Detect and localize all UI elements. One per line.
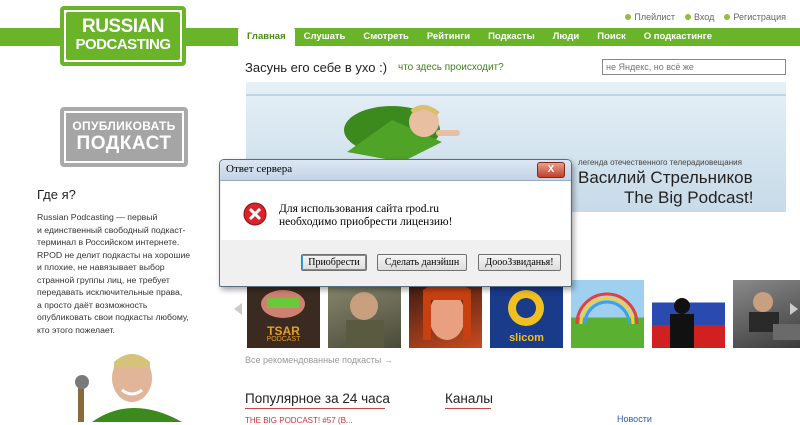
all-recommended-link[interactable]: Все рекомендованные подкасты → — [245, 355, 393, 365]
slicom-label: slicom — [509, 332, 544, 344]
podcast-thumb-flag[interactable] — [652, 280, 725, 348]
login-icon — [685, 14, 691, 20]
tab-search[interactable]: Поиск — [588, 28, 635, 46]
goodbye-button[interactable]: ДоооЗзвиданья! — [478, 254, 561, 271]
soldier-image — [346, 292, 384, 348]
podcast-thumb-girl[interactable] — [409, 280, 482, 348]
scroll-left-arrow[interactable] — [234, 303, 242, 315]
about-link[interactable]: что здесь происходит? — [398, 62, 504, 73]
dialog-title: Ответ сервера — [226, 163, 293, 175]
donate-button[interactable]: Сделать данэйшн — [377, 254, 467, 271]
logo-line1: RUSSIAN — [81, 16, 165, 37]
tab-watch[interactable]: Смотреть — [354, 28, 417, 46]
popular-heading: Популярное за 24 часа — [245, 391, 390, 406]
podcast-thumb-soldier[interactable] — [328, 280, 401, 348]
tab-people[interactable]: Люди — [544, 28, 589, 46]
channels-underline — [445, 408, 491, 409]
recommended-podcasts: TSAR PODCAST slicom — [247, 280, 800, 348]
close-button[interactable]: X — [537, 162, 565, 178]
where-heading: Где я? — [37, 187, 76, 202]
scroll-right-arrow[interactable] — [790, 303, 798, 315]
podcast-thumb-slicom[interactable]: slicom — [490, 280, 563, 348]
logo-line2: PODCASTING — [75, 36, 171, 53]
publish-podcast-button[interactable]: ОПУБЛИКОВАТЬ ПОДКАСТ — [60, 107, 188, 167]
dialog-message: Для использования сайта rpod.ru необходи… — [279, 203, 453, 228]
tab-listen[interactable]: Слушать — [295, 28, 355, 46]
dialog-titlebar[interactable]: Ответ сервера X — [220, 160, 571, 181]
site-logo[interactable]: RUSSIAN PODCASTING — [60, 6, 186, 66]
banner-caption: легенда отечественного телерадиовещания — [578, 158, 742, 167]
banner-stripe — [246, 94, 786, 96]
publish-line2: ПОДКАСТ — [76, 133, 172, 154]
tab-ratings[interactable]: Рейтинги — [418, 28, 479, 46]
playlist-icon — [625, 14, 632, 20]
where-text: Russian Podcasting — первый и единственн… — [37, 212, 191, 335]
top-links: Плейлист Вход Регистрация — [625, 12, 786, 22]
tab-home[interactable]: Главная — [238, 28, 295, 46]
buy-button[interactable]: Приобрести — [301, 254, 367, 271]
silhouette-image — [670, 298, 694, 348]
playlist-link[interactable]: Плейлист — [625, 12, 675, 22]
banner-name: Василий Стрельников — [578, 168, 753, 187]
banner-subtitle: The Big Podcast! — [624, 188, 754, 207]
tab-about[interactable]: О подкастинге — [635, 28, 721, 46]
rainbow-image — [575, 292, 639, 325]
tab-podcasts[interactable]: Подкасты — [479, 28, 544, 46]
news-link[interactable]: Новости — [617, 414, 652, 424]
server-response-dialog: Ответ сервера X Для использования сайта … — [219, 159, 572, 287]
tsar-sublabel: PODCAST — [266, 336, 301, 343]
main-nav: Главная Слушать Смотреть Рейтинги Подкас… — [238, 28, 721, 46]
register-link[interactable]: Регистрация — [724, 12, 786, 22]
host-avatar — [72, 350, 192, 422]
channels-heading: Каналы — [445, 391, 493, 406]
girl-image — [423, 282, 471, 340]
dialog-body: Для использования сайта rpod.ru необходи… — [221, 181, 570, 240]
publish-line1: ОПУБЛИКОВАТЬ — [72, 119, 176, 133]
register-icon — [724, 14, 731, 20]
slogan: Засунь его себе в ухо :) — [245, 60, 388, 75]
login-link[interactable]: Вход — [685, 12, 714, 22]
popular-item[interactable]: THE BIG PODCAST! #57 (B... — [245, 416, 353, 425]
search-input[interactable] — [602, 59, 786, 75]
popular-underline — [245, 408, 385, 409]
podcast-thumb-rainbow[interactable] — [571, 280, 644, 348]
error-icon — [243, 202, 267, 226]
podcast-thumb-tsar[interactable]: TSAR PODCAST — [247, 280, 320, 348]
